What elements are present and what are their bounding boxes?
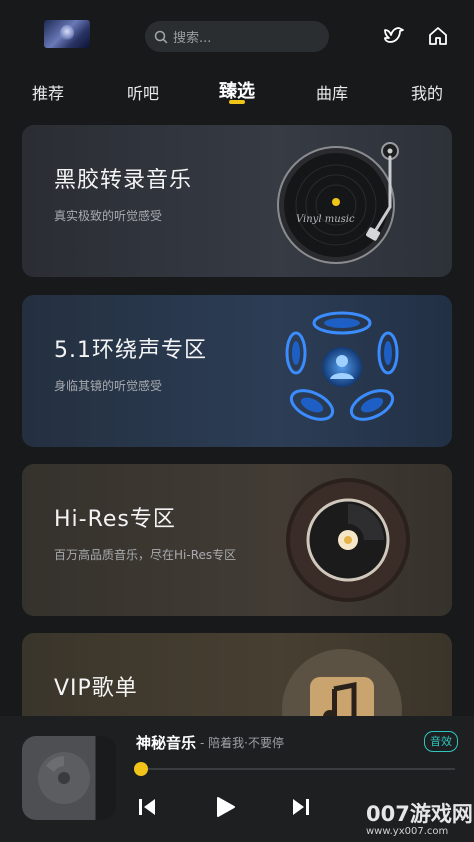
card-title: VIP歌单 (54, 676, 138, 701)
hires-card[interactable]: Hi-Res专区 百万高品质音乐，尽在Hi-Res专区 (22, 464, 452, 616)
search-input[interactable]: 搜索... (145, 21, 329, 52)
tab-library[interactable]: 曲库 (316, 80, 348, 104)
search-placeholder: 搜索... (173, 31, 212, 46)
watermark-text: 007游戏网 (366, 802, 473, 826)
card-subtitle: 真实极致的听觉感受 (54, 209, 163, 223)
top-bar: 搜索... (0, 0, 474, 70)
bird-icon[interactable] (382, 24, 406, 48)
sound-effect-badge[interactable]: 音效 (424, 731, 458, 752)
watermark-url: www.yx007.com (366, 826, 449, 837)
tab-bar: 推荐 听吧 臻选 曲库 我的 (0, 74, 474, 110)
song-title: 神秘音乐 (136, 734, 197, 752)
song-subtitle: - 陪着我·不要停 (200, 736, 284, 750)
tab-listen[interactable]: 听吧 (127, 80, 159, 104)
album-cover[interactable] (22, 736, 116, 820)
surround-card[interactable]: 5.1环绕声专区 身临其镜的听觉感受 (22, 295, 452, 447)
card-title: 黑胶转录音乐 (54, 168, 193, 193)
surround-speakers-icon (285, 311, 399, 421)
card-title: Hi-Res专区 (54, 507, 176, 532)
vinyl-card[interactable]: 黑胶转录音乐 真实极致的听觉感受 Vinyl music (22, 125, 452, 277)
progress-track[interactable] (141, 768, 455, 770)
search-icon (154, 30, 168, 43)
card-subtitle: 百万高品质音乐，尽在Hi-Res专区 (54, 548, 237, 562)
avatar[interactable] (44, 20, 90, 48)
disc-icon (38, 752, 90, 804)
card-title: 5.1环绕声专区 (54, 338, 207, 363)
tab-mine[interactable]: 我的 (411, 80, 443, 104)
tab-recommend[interactable]: 推荐 (32, 80, 64, 104)
hires-disc-icon (286, 478, 410, 602)
previous-icon[interactable] (136, 796, 158, 818)
vinyl-art-text: Vinyl music (296, 214, 355, 225)
play-icon[interactable] (213, 795, 237, 819)
turntable-icon: Vinyl music (277, 142, 399, 264)
progress-knob[interactable] (134, 762, 148, 776)
home-icon[interactable] (426, 24, 450, 48)
card-subtitle: 身临其镜的听觉感受 (54, 379, 163, 393)
next-icon[interactable] (290, 796, 312, 818)
tab-indicator (229, 100, 245, 104)
